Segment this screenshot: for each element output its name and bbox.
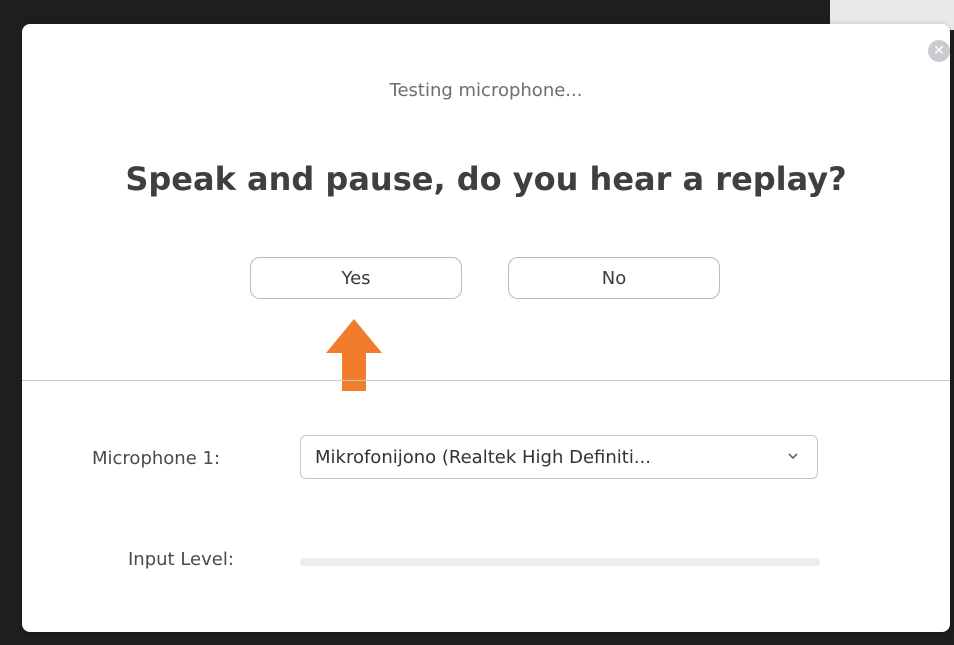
microphone-select[interactable]: Mikrofonijono (Realtek High Definiti... — [300, 435, 818, 479]
input-level-meter — [300, 558, 820, 566]
yes-button[interactable]: Yes — [250, 257, 462, 299]
dialog-headline: Speak and pause, do you hear a replay? — [125, 160, 847, 198]
no-button[interactable]: No — [508, 257, 720, 299]
chevron-down-icon — [788, 453, 798, 460]
mic-test-dialog: ✕ Testing microphone... Speak and pause,… — [22, 24, 950, 632]
microphone-selected-value: Mikrofonijono (Realtek High Definiti... — [315, 447, 651, 468]
dialog-subtitle: Testing microphone... — [389, 80, 583, 101]
section-divider — [22, 380, 950, 381]
input-level-label: Input Level: — [128, 549, 234, 570]
close-icon[interactable]: ✕ — [928, 40, 950, 62]
microphone-label: Microphone 1: — [92, 448, 221, 469]
